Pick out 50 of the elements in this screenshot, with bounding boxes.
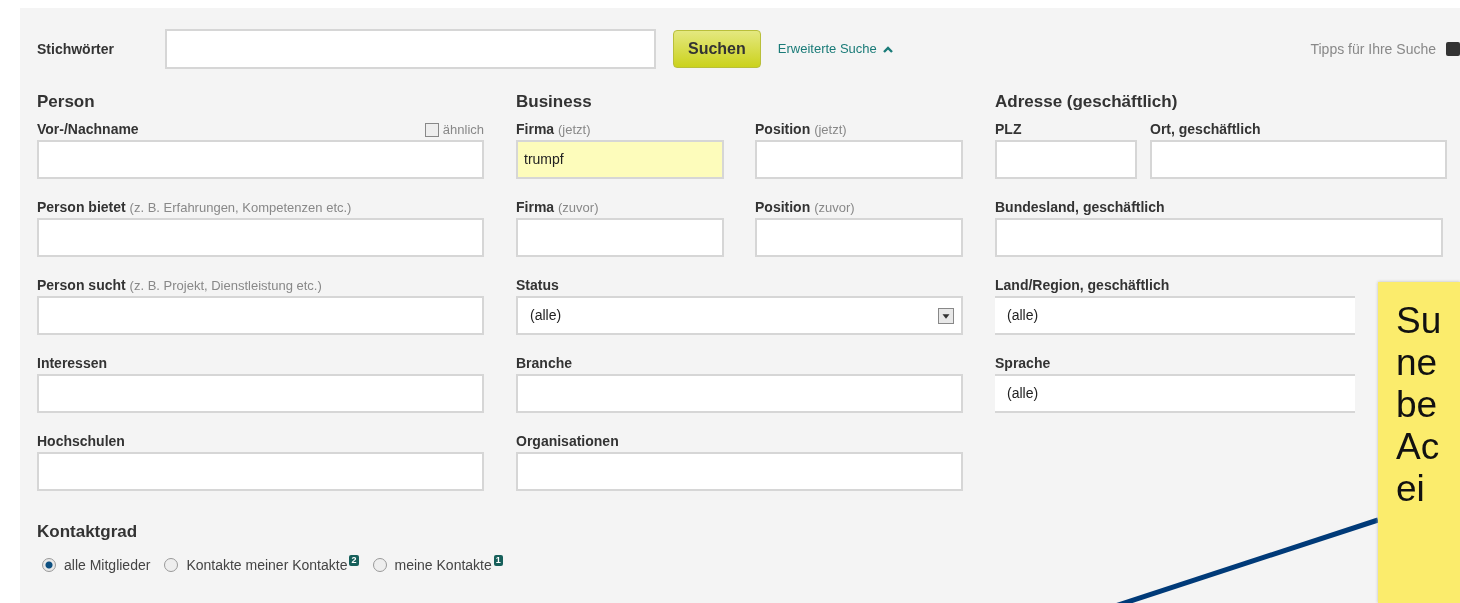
text-field[interactable] (755, 140, 963, 179)
callout-text: Su ne be Ac ei (1396, 300, 1442, 510)
field-label: Vor-/Nachname (37, 120, 139, 139)
text-field[interactable] (37, 452, 484, 491)
text-field[interactable] (995, 140, 1137, 179)
field-label: Ort, geschäftlich (1150, 120, 1261, 139)
field-label: Interessen (37, 354, 108, 373)
radio-option[interactable]: meine Kontakte 1 (372, 554, 503, 576)
field-label: PLZ (995, 120, 1022, 139)
keyword-field[interactable] (165, 29, 656, 69)
dropdown-field[interactable]: (alle) (516, 296, 963, 335)
search-button[interactable]: Suchen (673, 30, 761, 68)
text-field[interactable] (995, 218, 1443, 257)
dropdown-field[interactable]: (alle) (995, 374, 1355, 413)
field-label: Hochschulen (37, 432, 125, 451)
radio-option[interactable]: alle Mitglieder (42, 554, 151, 576)
info-icon[interactable] (1446, 42, 1460, 56)
field-label: Person bietet (z. B. Erfahrungen, Kompetenzen etc.) (37, 198, 352, 217)
radio-option[interactable]: Kontakte meiner Kontakte 2 (164, 554, 359, 576)
text-field[interactable] (1150, 140, 1447, 179)
degree-badge: 2 (349, 554, 359, 566)
field-label: Position (zuvor) (755, 198, 855, 217)
field-label: Person sucht (z. B. Projekt, Dienstleistung etc.) (37, 276, 322, 295)
field-label: Organisationen (516, 432, 619, 451)
section-heading: Person (37, 92, 96, 113)
degree-badge: 1 (493, 554, 503, 566)
field-label: Bundesland, geschäftlich (995, 198, 1165, 217)
field-label: Status (516, 276, 559, 295)
section-heading: Business (516, 92, 593, 113)
field-label: Land/Region, geschäftlich (995, 276, 1170, 295)
text-field[interactable] (37, 140, 484, 179)
text-field[interactable] (37, 374, 484, 413)
text-field[interactable] (516, 218, 724, 257)
dropdown-field[interactable]: (alle) (995, 296, 1355, 335)
text-field[interactable] (37, 218, 484, 257)
field-label: Stichwörter (37, 39, 115, 59)
field-label: Firma (zuvor) (516, 198, 599, 217)
field-label: Sprache (995, 354, 1051, 373)
section-heading: Kontaktgrad (37, 521, 139, 543)
section-heading: Adresse (geschäftlich) (995, 92, 1179, 113)
field-label: Position (jetzt) (755, 120, 847, 139)
advanced-search-link[interactable]: Erweiterte Suche (777, 39, 893, 59)
field-label: Branche (516, 354, 573, 373)
text-field[interactable] (516, 374, 963, 413)
text-field[interactable] (37, 296, 484, 335)
text-field[interactable]: trumpf (516, 140, 724, 179)
text-field[interactable] (755, 218, 963, 257)
field-label: Firma (jetzt) (516, 120, 591, 139)
text-field[interactable] (516, 452, 963, 491)
chevron-up-icon (882, 45, 893, 53)
